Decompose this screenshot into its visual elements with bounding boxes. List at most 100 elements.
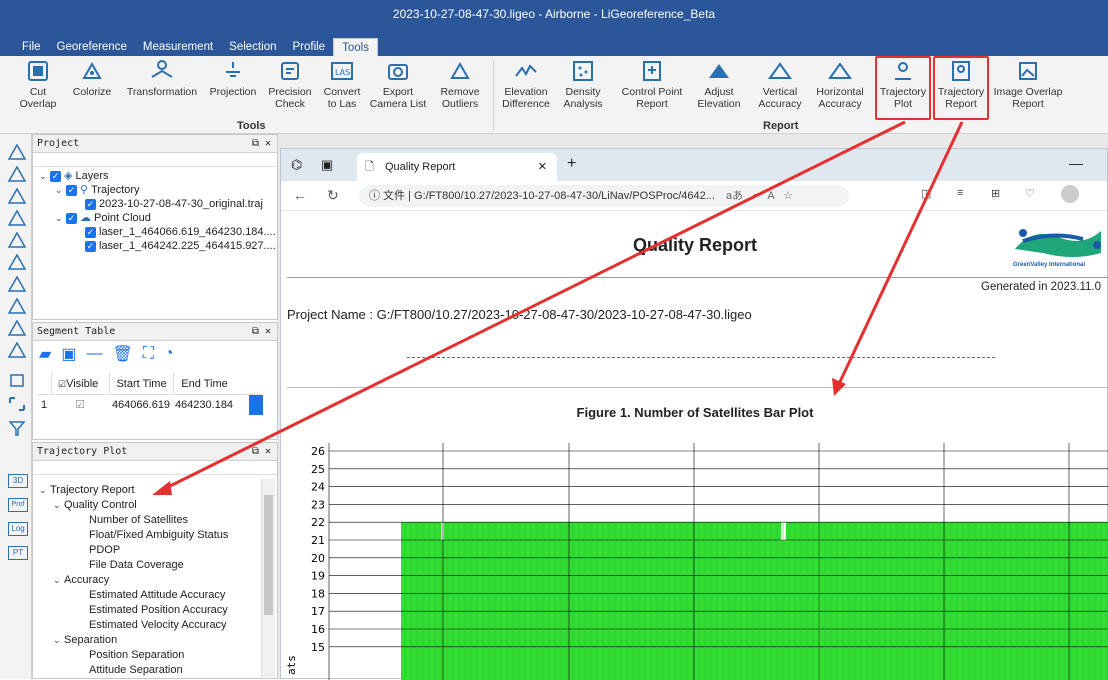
scrollbar-thumb[interactable] <box>264 495 273 615</box>
trajectory-scrollbar[interactable] <box>261 479 275 677</box>
tool-m-icon[interactable] <box>7 297 27 314</box>
adjust-elevation-button[interactable]: Adjust Elevation <box>694 58 744 120</box>
text-size-icon[interactable]: A <box>767 190 774 202</box>
pt-view-icon[interactable]: PT <box>8 546 28 560</box>
panel-close-icon[interactable]: ⧉ ✕ <box>252 135 271 153</box>
favorite-icon[interactable]: ☆ <box>783 190 793 202</box>
checkbox-icon[interactable]: ✓ <box>66 184 77 196</box>
filter-icon[interactable] <box>8 420 26 436</box>
elevation-difference-button[interactable]: Elevation Difference <box>498 58 554 120</box>
tab-quality-report[interactable]: 🗋 Quality Report ✕ <box>357 153 557 181</box>
transformation-button[interactable]: Transformation <box>120 58 204 120</box>
panel-close-icon[interactable]: ⧉ ✕ <box>252 323 271 341</box>
tree-trajectory[interactable]: ⌄ ✓ ⚲ Trajectory <box>55 183 140 197</box>
tree-number-of-satellites[interactable]: Number of Satellites <box>89 513 188 527</box>
project-filter-bar[interactable] <box>33 153 277 167</box>
tool-t-icon[interactable] <box>7 165 27 182</box>
back-icon[interactable]: ← <box>293 187 307 203</box>
favorites-icon[interactable]: ≡ <box>957 187 963 199</box>
menu-profile[interactable]: Profile <box>284 38 333 56</box>
tree-estimated-attitude-accuracy[interactable]: Estimated Attitude Accuracy <box>89 588 225 602</box>
remove-outliers-button[interactable]: Remove Outliers <box>434 58 486 120</box>
cut-overlap-button[interactable]: Cut Overlap <box>20 58 56 120</box>
menu-tools[interactable]: Tools <box>333 38 378 56</box>
point-cloud-label: Point Cloud <box>94 212 151 224</box>
tree-traj-file[interactable]: ✓ 2023-10-27-08-47-30_original.traj <box>85 197 263 211</box>
tree-file-data-coverage[interactable]: File Data Coverage <box>89 558 184 572</box>
tree-position-separation[interactable]: Position Separation <box>89 648 184 662</box>
cube-icon[interactable] <box>8 372 26 388</box>
colorize-button[interactable]: Colorize <box>70 58 114 120</box>
tree-accuracy[interactable]: ⌄ Accuracy <box>53 573 109 587</box>
browser-menu-icon[interactable]: ⌬ <box>291 157 302 173</box>
tool-r-icon[interactable] <box>7 231 27 248</box>
tree-point-cloud[interactable]: ⌄ ✓ ☁ Point Cloud <box>55 211 151 225</box>
open-folder-icon[interactable]: ▰ <box>39 344 51 364</box>
tree-quality-control[interactable]: ⌄ Quality Control <box>53 498 137 512</box>
zoom-icon[interactable]: ⌕ <box>752 190 758 202</box>
trajectory-filter-bar[interactable] <box>33 461 277 475</box>
tree-attitude-separation[interactable]: Attitude Separation <box>89 663 183 677</box>
profile-view-icon[interactable]: Prof <box>8 498 28 512</box>
convert-to-las-button[interactable]: LAS Convert to Las <box>320 58 364 120</box>
checkbox-icon[interactable]: ✓ <box>66 212 77 224</box>
collections-icon[interactable]: ⊞ <box>991 187 1000 200</box>
tab-close-icon[interactable]: ✕ <box>538 153 547 181</box>
checkbox-icon[interactable]: ✓ <box>85 198 96 210</box>
tool-g-icon[interactable] <box>7 209 27 226</box>
health-icon[interactable]: ♡ <box>1025 187 1035 200</box>
menu-file[interactable]: File <box>14 38 49 56</box>
col-end-time[interactable]: End Time <box>173 373 235 394</box>
log-view-icon[interactable]: Log <box>8 522 28 536</box>
delete-icon[interactable]: 🗑 <box>112 344 132 364</box>
density-analysis-button[interactable]: Density Analysis <box>560 58 606 120</box>
minimize-icon[interactable]: — <box>1069 155 1083 171</box>
checkbox-icon[interactable]: ✓ <box>50 170 61 182</box>
horizontal-accuracy-button[interactable]: Horizontal Accuracy <box>812 58 868 120</box>
split-screen-icon[interactable]: ◫ <box>921 187 931 200</box>
tree-laser-2[interactable]: ✓ laser_1_464242.225_464415.927.... <box>85 239 276 253</box>
projection-button[interactable]: Projection <box>205 58 261 120</box>
menu-selection[interactable]: Selection <box>221 38 284 56</box>
checkbox-icon[interactable]: ✓ <box>85 226 96 238</box>
minus-icon[interactable]: — <box>86 345 102 363</box>
tool-t3-icon[interactable] <box>7 341 27 358</box>
new-tab-icon[interactable]: + <box>567 155 576 173</box>
col-visible[interactable]: ☑Visible <box>51 373 109 394</box>
export-camera-list-button[interactable]: Export Camera List <box>368 58 428 120</box>
tool-c-icon[interactable] <box>7 187 27 204</box>
tree-trajectory-report[interactable]: ⌄ Trajectory Report <box>39 483 135 497</box>
tool-h-icon[interactable] <box>7 143 27 160</box>
tree-estimated-velocity-accuracy[interactable]: Estimated Velocity Accuracy <box>89 618 227 632</box>
panel-close-icon[interactable]: ⧉ ✕ <box>252 443 271 461</box>
save-icon[interactable]: ▣ <box>61 344 76 364</box>
profile-avatar[interactable] <box>1061 185 1079 203</box>
tree-float-fixed-ambiguity[interactable]: Float/Fixed Ambiguity Status <box>89 528 228 542</box>
tree-laser-1[interactable]: ✓ laser_1_464066.619_464230.184.... <box>85 225 276 239</box>
pie-icon[interactable]: ◔ <box>164 345 174 363</box>
control-point-report-button[interactable]: Control Point Report <box>616 58 688 120</box>
3d-view-icon[interactable]: 3D <box>8 474 28 488</box>
row-visible-checkbox[interactable]: ☑ <box>51 395 109 415</box>
tool-t2-icon[interactable] <box>7 253 27 270</box>
tab-actions-icon[interactable]: ▣ <box>321 157 333 173</box>
refresh-icon[interactable]: ↻ <box>327 187 339 204</box>
menu-georeference[interactable]: Georeference <box>49 38 135 56</box>
tree-layers[interactable]: ⌄ ✓ ◈ Layers <box>39 169 109 183</box>
expand-icon[interactable]: ⛶ <box>143 345 154 363</box>
vertical-accuracy-button[interactable]: Vertical Accuracy <box>756 58 804 120</box>
tool-s-icon[interactable] <box>7 319 27 336</box>
tool-b-icon[interactable] <box>7 275 27 292</box>
tree-estimated-position-accuracy[interactable]: Estimated Position Accuracy <box>89 603 228 617</box>
menu-measurement[interactable]: Measurement <box>135 38 221 56</box>
tree-pdop[interactable]: PDOP <box>89 543 120 557</box>
image-overlap-report-button[interactable]: Image Overlap Report <box>990 58 1066 120</box>
table-row[interactable]: 1 ☑ 464066.619 464230.184 <box>37 395 261 415</box>
tree-separation[interactable]: ⌄ Separation <box>53 633 117 647</box>
read-aloud-icon[interactable]: aあ <box>726 190 743 202</box>
col-start-time[interactable]: Start Time <box>109 373 173 394</box>
precision-check-button[interactable]: Precision Check <box>264 58 316 120</box>
checkbox-icon[interactable]: ✓ <box>85 240 96 252</box>
expand-icon[interactable] <box>8 396 26 412</box>
address-bar[interactable]: ⓘ 文件 | G:/FT800/10.27/2023-10-27-08-47-3… <box>359 185 849 207</box>
